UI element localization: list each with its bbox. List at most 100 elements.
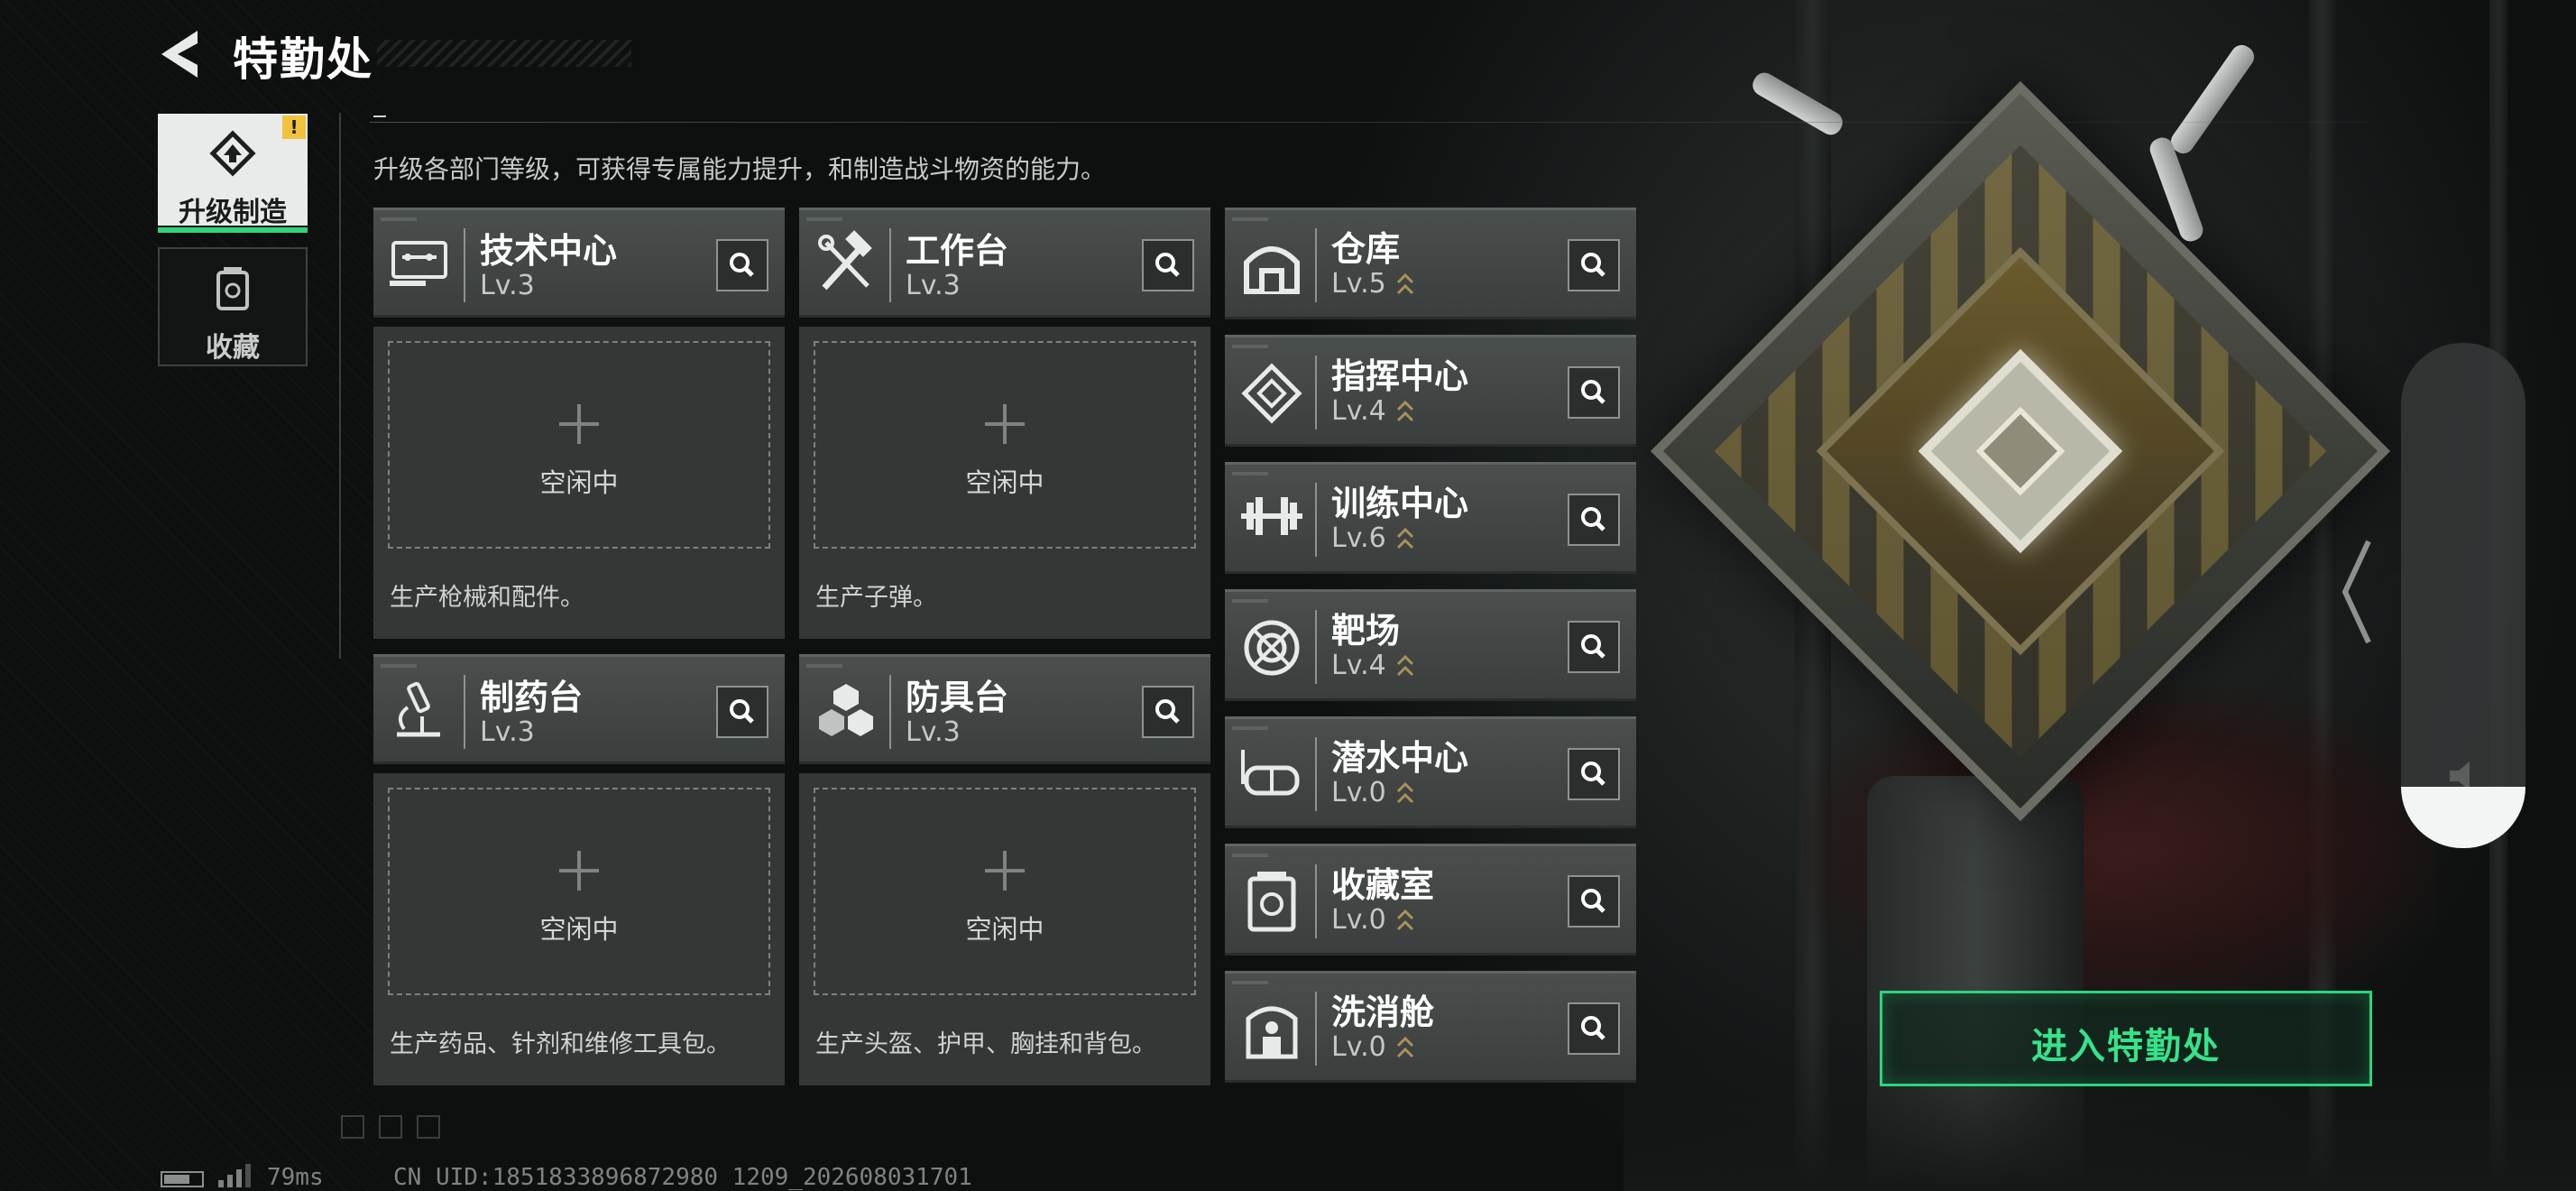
- inspect-button[interactable]: [1568, 621, 1620, 673]
- enter-button-label: 进入特勤处: [2031, 1026, 2221, 1067]
- facility-shooting-range[interactable]: 靶场 Lv.4: [1225, 589, 1636, 701]
- battery-icon: [161, 1171, 204, 1187]
- back-arrow-icon: [161, 31, 198, 78]
- upgrade-chevron-icon: [1396, 781, 1414, 804]
- facility-name: 洗消舱: [1331, 992, 1435, 1032]
- inspect-button[interactable]: [1568, 1002, 1620, 1055]
- card-description: 生产头盔、护甲、胸挂和背包。: [815, 1030, 1156, 1058]
- card-header[interactable]: 技术中心 Lv.3: [373, 208, 785, 318]
- slot-status: 空闲中: [965, 914, 1044, 945]
- inspect-button[interactable]: [1568, 875, 1620, 928]
- slot-status: 空闲中: [965, 467, 1044, 498]
- plus-icon: [985, 404, 1025, 444]
- signal-icon: [218, 1164, 251, 1187]
- slot-status: 空闲中: [539, 914, 619, 945]
- dumbbell-icon: [1241, 497, 1302, 535]
- search-icon: [1581, 1016, 1605, 1040]
- facility-decon-chamber[interactable]: 洗消舱 Lv.0: [1225, 971, 1636, 1083]
- side-drawer-handle[interactable]: [2401, 343, 2525, 848]
- tab-collection[interactable]: 收藏: [158, 247, 308, 366]
- facility-level: Lv.0: [1331, 1031, 1386, 1063]
- facility-diving-center[interactable]: 潜水中心 Lv.0: [1225, 716, 1636, 828]
- search-icon: [1155, 699, 1180, 724]
- facility-name: 潜水中心: [1331, 738, 1469, 778]
- divider-mark: [373, 115, 386, 117]
- alert-badge: !: [282, 115, 306, 139]
- cube-artwork: [1650, 80, 2391, 822]
- title-decoration: [377, 40, 631, 67]
- production-slot[interactable]: 空闲中: [814, 341, 1196, 549]
- production-slot[interactable]: 空闲中: [814, 788, 1196, 995]
- card-header[interactable]: 防具台 Lv.3: [799, 654, 1210, 764]
- facility-name: 防具台: [906, 678, 1009, 717]
- inspect-button[interactable]: [1568, 239, 1620, 291]
- expand-panel-button[interactable]: [2338, 538, 2374, 646]
- user-uid: CN UID:1851833896872980 1209_20260803170…: [393, 1164, 972, 1191]
- facility-level: Lv.6: [1331, 522, 1386, 554]
- facility-name: 靶场: [1331, 611, 1401, 651]
- diving-mask-icon: [1241, 750, 1300, 796]
- search-icon: [1155, 253, 1180, 277]
- collection-icon: [216, 267, 249, 310]
- facility-name: 制药台: [480, 678, 584, 717]
- card-description: 生产子弹。: [815, 584, 937, 612]
- search-icon: [1581, 634, 1605, 659]
- inspect-button[interactable]: [716, 686, 768, 738]
- upgrade-chevron-icon: [1396, 654, 1414, 677]
- upgrade-icon: [209, 130, 256, 177]
- inspect-button[interactable]: [1142, 686, 1194, 738]
- warehouse-icon: [1244, 246, 1300, 294]
- enter-special-ops-button[interactable]: 进入特勤处: [1880, 991, 2372, 1086]
- search-icon: [1581, 762, 1605, 786]
- section-description: 升级各部门等级，可获得专属能力提升，和制造战斗物资的能力。: [373, 154, 1107, 184]
- tech-center-icon: [390, 241, 447, 286]
- facility-warehouse[interactable]: 仓库 Lv.5: [1225, 208, 1636, 319]
- facility-level: Lv.3: [480, 270, 535, 301]
- facility-collection-room[interactable]: 收藏室 Lv.0: [1225, 844, 1636, 956]
- card-body: 空闲中 生产枪械和配件。: [373, 327, 785, 639]
- facility-command-center[interactable]: 指挥中心 Lv.4: [1225, 335, 1636, 447]
- inspect-button[interactable]: [1568, 366, 1620, 419]
- card-description: 生产枪械和配件。: [390, 584, 584, 612]
- production-slot[interactable]: 空闲中: [388, 788, 770, 995]
- inspect-button[interactable]: [716, 239, 768, 291]
- slot-status: 空闲中: [539, 467, 619, 498]
- divider: [370, 122, 2372, 123]
- upgrade-chevron-icon: [1396, 527, 1414, 549]
- inspect-button[interactable]: [1568, 748, 1620, 800]
- page-title: 特勤处: [233, 33, 373, 86]
- search-icon: [1581, 507, 1605, 531]
- command-center-icon: [1241, 363, 1302, 424]
- card-header[interactable]: 工作台 Lv.3: [799, 208, 1210, 318]
- workbench-icon: [818, 230, 872, 291]
- facility-level: Lv.3: [906, 716, 961, 748]
- facility-name: 指挥中心: [1331, 356, 1469, 396]
- search-icon: [1581, 380, 1605, 404]
- plus-icon: [559, 404, 599, 444]
- armor-bench-icon: [819, 684, 873, 736]
- inspect-button[interactable]: [1568, 494, 1620, 546]
- facility-level: Lv.4: [1331, 395, 1386, 427]
- inspect-button[interactable]: [1142, 239, 1194, 291]
- upgrade-chevron-icon: [1396, 909, 1414, 931]
- card-header[interactable]: 制药台 Lv.3: [373, 654, 785, 764]
- search-icon: [1581, 253, 1605, 277]
- divider: [339, 113, 341, 659]
- facility-level: Lv.5: [1331, 268, 1386, 300]
- upgrade-chevron-icon: [1396, 400, 1414, 422]
- facility-training-center[interactable]: 训练中心 Lv.6: [1225, 462, 1636, 574]
- card-body: 空闲中 生产头盔、护甲、胸挂和背包。: [799, 773, 1210, 1085]
- facility-level: Lv.3: [906, 270, 961, 301]
- plus-icon: [559, 851, 599, 891]
- chevron-left-icon: [2341, 540, 2371, 644]
- plus-icon: [985, 851, 1025, 891]
- card-description: 生产药品、针剂和维修工具包。: [390, 1030, 731, 1058]
- search-icon: [730, 699, 754, 724]
- tab-upgrade-craft[interactable]: ! 升级制造: [158, 114, 308, 233]
- facility-name: 工作台: [906, 231, 1009, 271]
- target-icon: [1244, 620, 1300, 676]
- card-body: 空闲中 生产药品、针剂和维修工具包。: [373, 773, 785, 1085]
- facility-name: 收藏室: [1331, 865, 1435, 905]
- back-button[interactable]: [158, 27, 203, 81]
- production-slot[interactable]: 空闲中: [388, 341, 770, 549]
